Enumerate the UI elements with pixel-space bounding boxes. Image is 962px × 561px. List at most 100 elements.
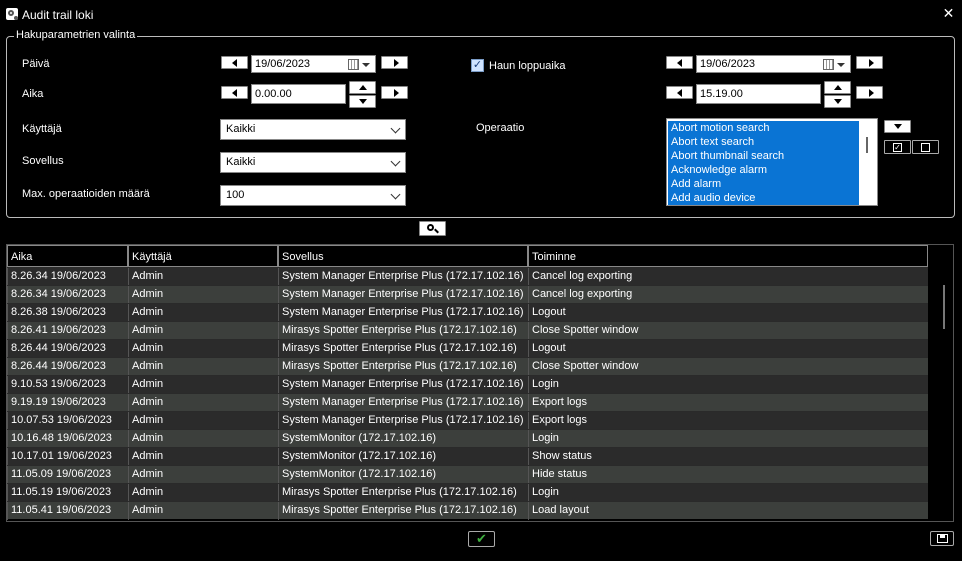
operation-item[interactable]: Acknowledge alarm — [668, 163, 859, 177]
cell-action: Login — [528, 376, 928, 394]
cell-time: 8.26.34 19/06/2023 — [7, 268, 128, 286]
user-select[interactable]: Kaikki — [220, 119, 406, 140]
start-time-next-button[interactable] — [381, 86, 408, 99]
operation-item[interactable]: Abort motion search — [668, 121, 859, 135]
calendar-icon[interactable] — [823, 59, 834, 70]
cell-user: Admin — [128, 412, 278, 430]
search-button[interactable] — [419, 221, 446, 236]
cell-time: 8.26.44 19/06/2023 — [7, 358, 128, 376]
column-header-time[interactable]: Aika — [7, 245, 128, 267]
arrow-left-icon — [677, 89, 682, 97]
operation-item[interactable]: Abort thumbnail search — [668, 149, 859, 163]
end-date-field[interactable]: 19/06/2023 — [696, 55, 851, 73]
start-time-prev-button[interactable] — [221, 86, 248, 99]
cell-action: Logout — [528, 304, 928, 322]
table-row[interactable]: 9.10.53 19/06/2023 Admin System Manager En… — [7, 375, 928, 394]
start-date-value: 19/06/2023 — [255, 58, 311, 70]
start-time-down-button[interactable] — [349, 95, 376, 108]
select-all-button[interactable]: ✓ — [884, 140, 911, 154]
start-date-next-button[interactable] — [381, 56, 408, 69]
deselect-all-button[interactable] — [912, 140, 939, 154]
cell-time: 9.19.19 19/06/2023 — [7, 394, 128, 412]
time-label: Aika — [22, 88, 44, 100]
table-row[interactable]: 10.16.48 19/06/2023 Admin SystemMonitor (1… — [7, 429, 928, 448]
table-row[interactable]: 8.26.38 19/06/2023 Admin System Manager En… — [7, 303, 928, 322]
cell-user: Admin — [128, 376, 278, 394]
cell-time: 11.05.19 19/06/2023 — [7, 484, 128, 502]
dropdown-arrow-icon[interactable] — [362, 63, 370, 67]
table-row[interactable]: 11.05.41 19/06/2023 Admin Mirasys Spotter … — [7, 501, 928, 520]
start-date-prev-button[interactable] — [221, 56, 248, 69]
table-row[interactable]: 8.26.44 19/06/2023 Admin Mirasys Spotter E… — [7, 357, 928, 376]
end-time-field[interactable]: 15.19.00 — [696, 84, 821, 104]
cell-action: Export logs — [528, 412, 928, 430]
arrow-right-icon — [869, 89, 874, 97]
ok-button[interactable]: ✔ — [468, 531, 495, 547]
table-row[interactable]: 10.07.53 19/06/2023 Admin System Manager E… — [7, 411, 928, 430]
user-label: Käyttäjä — [22, 123, 62, 135]
end-time-next-button[interactable] — [856, 86, 883, 99]
cell-action: Hide status — [528, 466, 928, 484]
column-header-action[interactable]: Toiminne — [528, 245, 928, 267]
save-button[interactable] — [930, 531, 954, 546]
cell-action: Close Spotter window — [528, 322, 928, 340]
cell-action: Show status — [528, 448, 928, 466]
end-time-down-button[interactable] — [824, 95, 851, 108]
checked-box-icon: ✓ — [893, 143, 902, 152]
start-time-field[interactable]: 0.00.00 — [251, 84, 346, 104]
table-row[interactable]: 8.26.34 19/06/2023 Admin System Manager En… — [7, 267, 928, 286]
application-select[interactable]: Kaikki — [220, 152, 406, 173]
cell-action: Cancel log exporting — [528, 268, 928, 286]
cell-user: Admin — [128, 466, 278, 484]
cell-user: Admin — [128, 304, 278, 322]
table-row[interactable]: 11.05.19 19/06/2023 Admin Mirasys Spotter … — [7, 483, 928, 502]
table-scrollbar-thumb[interactable] — [943, 285, 945, 329]
cell-application: SystemMonitor (172.17.102.16) — [278, 466, 528, 484]
end-date-next-button[interactable] — [856, 56, 883, 69]
gear-icon — [6, 8, 18, 20]
operation-item[interactable]: Add audio device — [668, 191, 859, 205]
cell-time: 11.05.09 19/06/2023 — [7, 466, 128, 484]
arrow-up-icon — [834, 85, 842, 90]
cell-time: 8.26.34 19/06/2023 — [7, 286, 128, 304]
table-row[interactable]: 8.26.41 19/06/2023 Admin Mirasys Spotter E… — [7, 321, 928, 340]
cell-user: Admin — [128, 268, 278, 286]
end-time-prev-button[interactable] — [666, 86, 693, 99]
end-time-up-button[interactable] — [824, 81, 851, 94]
cell-time: 10.17.01 19/06/2023 — [7, 448, 128, 466]
operation-listbox[interactable]: Abort motion search Abort text search Ab… — [666, 118, 878, 206]
operation-scrollbar[interactable] — [866, 137, 868, 153]
table-row[interactable]: 11.05.09 19/06/2023 Admin SystemMonitor (1… — [7, 465, 928, 484]
close-icon[interactable]: ✕ — [942, 6, 955, 20]
magnifier-icon — [427, 224, 434, 231]
cell-action: Login — [528, 430, 928, 448]
arrow-right-icon — [394, 59, 399, 67]
table-row[interactable]: 8.26.34 19/06/2023 Admin System Manager En… — [7, 285, 928, 304]
column-header-user[interactable]: Käyttäjä — [128, 245, 278, 267]
max-operations-select[interactable]: 100 — [220, 185, 406, 206]
column-header-application[interactable]: Sovellus — [278, 245, 528, 267]
cell-user: Admin — [128, 430, 278, 448]
end-date-prev-button[interactable] — [666, 56, 693, 69]
table-row[interactable]: 8.26.44 19/06/2023 Admin Mirasys Spotter E… — [7, 339, 928, 358]
operation-item[interactable]: Add alarm — [668, 177, 859, 191]
table-row[interactable]: 10.17.01 19/06/2023 Admin SystemMonitor (1… — [7, 447, 928, 466]
end-time-checkbox[interactable]: ✓ — [471, 59, 484, 72]
cell-user: Admin — [128, 286, 278, 304]
window-title: Audit trail loki — [22, 8, 94, 22]
cell-application: Mirasys Spotter Enterprise Plus (172.17.… — [278, 502, 528, 520]
group-title: Hakuparametrien valinta — [14, 29, 138, 41]
cell-action: Cancel log exporting — [528, 286, 928, 304]
unchecked-box-icon — [921, 143, 930, 152]
operation-item[interactable]: Abort text search — [668, 135, 859, 149]
dropdown-arrow-icon[interactable] — [837, 63, 845, 67]
start-time-up-button[interactable] — [349, 81, 376, 94]
operation-dropdown-button[interactable] — [884, 120, 911, 133]
arrow-left-icon — [232, 59, 237, 67]
table-row[interactable]: 9.19.19 19/06/2023 Admin System Manager En… — [7, 393, 928, 412]
start-date-field[interactable]: 19/06/2023 — [251, 55, 376, 73]
calendar-icon[interactable] — [348, 59, 359, 70]
cell-application: System Manager Enterprise Plus (172.17.1… — [278, 268, 528, 286]
cell-application: Mirasys Spotter Enterprise Plus (172.17.… — [278, 340, 528, 358]
arrow-right-icon — [394, 89, 399, 97]
